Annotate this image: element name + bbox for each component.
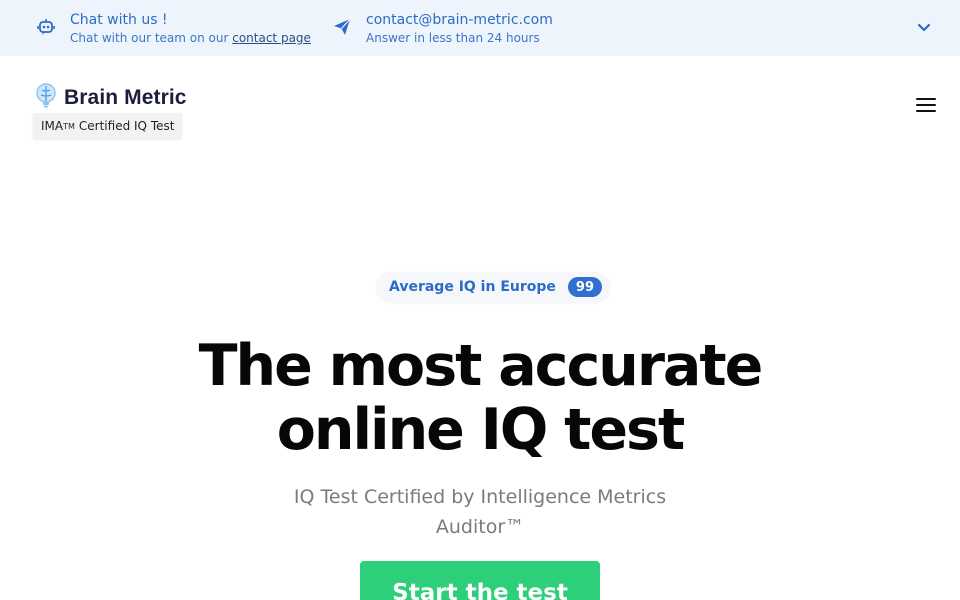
chevron-down-icon[interactable]	[914, 18, 934, 38]
average-iq-label: Average IQ in Europe	[389, 279, 556, 295]
average-iq-value: 99	[567, 277, 602, 297]
brain-bulb-icon	[34, 82, 58, 114]
brand-logo[interactable]: Brain Metric	[34, 82, 187, 114]
average-iq-pill: Average IQ in Europe 99	[376, 272, 610, 302]
chat-subtitle-text: Chat with our team on our	[70, 31, 233, 45]
email-address[interactable]: contact@brain-metric.com	[366, 11, 553, 29]
trademark-mark: TM	[63, 121, 75, 131]
chat-contact-item[interactable]: Chat with us ! Chat with our team on our…	[36, 11, 311, 46]
hero-title: The most accurate online IQ test	[0, 334, 960, 462]
chat-title: Chat with us !	[70, 12, 168, 28]
contact-bar: Chat with us ! Chat with our team on our…	[0, 0, 960, 56]
email-contact-item[interactable]: contact@brain-metric.com Answer in less …	[332, 11, 553, 46]
hero-title-line-1: The most accurate	[198, 333, 764, 399]
hamburger-menu-icon[interactable]	[916, 98, 936, 116]
chat-subtitle: Chat with our team on our contact page	[70, 30, 311, 46]
response-time-text: Answer in less than 24 hours	[366, 31, 540, 45]
badge-text: Certified IQ Test	[78, 119, 175, 133]
start-test-button[interactable]: Start the test	[360, 561, 600, 600]
brand-name: Brain Metric	[64, 86, 187, 109]
hero-title-line-2: online IQ test	[276, 397, 686, 463]
paper-plane-icon	[332, 17, 352, 37]
hero-subtitle: IQ Test Certified by Intelligence Metric…	[293, 486, 667, 538]
contact-page-link[interactable]: contact page	[232, 31, 311, 45]
robot-icon	[36, 17, 56, 37]
badge-prefix: IMA	[41, 119, 64, 133]
certification-badge: IMA TM Certified IQ Test	[33, 113, 183, 139]
